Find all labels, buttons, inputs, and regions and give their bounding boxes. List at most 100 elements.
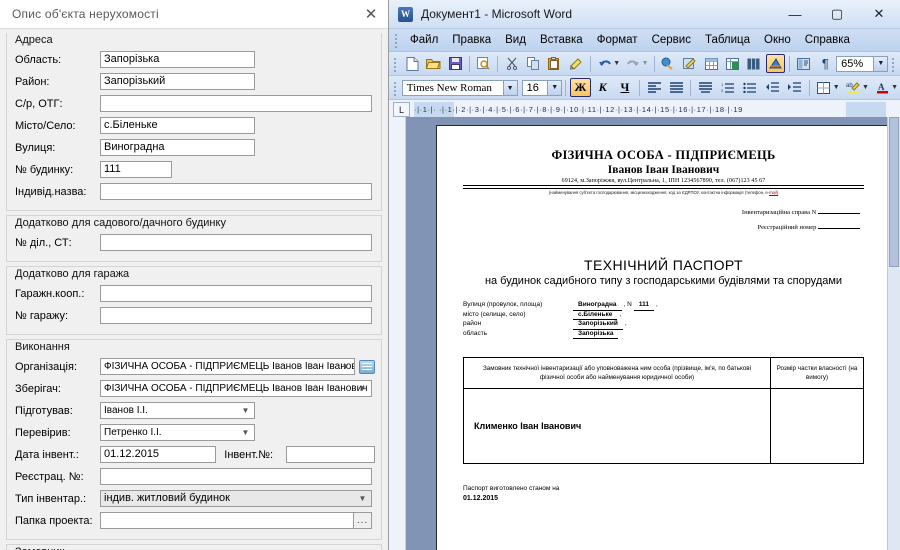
group-customer: Замовник ПІБ: Клименко Іван Іванович Про…: [6, 544, 382, 550]
maximize-button[interactable]: ▢: [816, 0, 858, 28]
group-garage: Додатково для гаража Гаражн.кооп.: № гар…: [6, 266, 382, 335]
zoom-combobox[interactable]: 65% ▼: [836, 55, 889, 72]
field-row-inventory-date: Дата інвент.: 01.12.2015 Інвент.№:: [13, 445, 375, 464]
document-canvas[interactable]: ФІЗИЧНА ОСОБА - ПІДПРИЄМЕЦЬ Іванов Іван …: [406, 117, 900, 550]
chevron-down-icon[interactable]: ▼: [547, 80, 562, 95]
label-garage-coop: Гаражн.кооп.:: [15, 287, 85, 300]
input-city[interactable]: с.Біленьке: [100, 117, 255, 134]
label-individual-name: Індивід.назва:: [15, 185, 87, 198]
input-garage-coop[interactable]: [100, 285, 372, 302]
open-folder-icon[interactable]: [424, 54, 443, 73]
undo-dropdown-icon[interactable]: ▼: [613, 60, 620, 67]
justify-button[interactable]: [695, 78, 715, 97]
input-inventory-date[interactable]: 01.12.2015: [100, 446, 217, 463]
combo-keeper[interactable]: ФІЗИЧНА ОСОБА - ПІДПРИЄМЕЦЬ Іванов Іван …: [100, 380, 372, 397]
input-silrada[interactable]: [100, 95, 372, 112]
menu-item-help[interactable]: Справка: [798, 32, 857, 48]
close-icon[interactable]: ✕: [360, 4, 382, 24]
chevron-down-icon[interactable]: ▼: [502, 80, 517, 95]
borders-dropdown-icon[interactable]: ▼: [833, 84, 840, 91]
input-project-folder[interactable]: [100, 512, 354, 529]
toolbar-overflow-handle[interactable]: [890, 56, 896, 72]
input-inventory-number[interactable]: [286, 446, 375, 463]
redo-icon[interactable]: [623, 54, 642, 73]
hyperlink-icon[interactable]: [659, 54, 678, 73]
drawing-icon[interactable]: [765, 54, 786, 73]
close-button[interactable]: ✕: [858, 0, 900, 28]
insert-excel-icon[interactable]: [723, 54, 742, 73]
numbered-list-button[interactable]: 12: [718, 78, 738, 97]
input-registration-number[interactable]: [100, 468, 372, 485]
italic-button[interactable]: К: [593, 78, 613, 97]
field-row-garage-coop: Гаражн.кооп.:: [13, 284, 375, 303]
input-oblast[interactable]: Запорізька: [100, 51, 255, 68]
font-color-dropdown-icon[interactable]: ▼: [891, 84, 898, 91]
label-plot-number: № діл., СТ:: [15, 236, 72, 249]
input-plot-number[interactable]: [100, 234, 372, 251]
label-city: Місто/Село:: [15, 119, 76, 132]
highlight-dropdown-icon[interactable]: ▼: [862, 84, 869, 91]
input-street[interactable]: Виноградна: [100, 139, 255, 156]
menu-item-format[interactable]: Формат: [590, 32, 645, 48]
align-left-button[interactable]: [644, 78, 664, 97]
input-rayon[interactable]: Запорізький: [100, 73, 255, 90]
insert-table-icon[interactable]: [701, 54, 720, 73]
formatting-grip-handle[interactable]: [392, 80, 398, 96]
doc-address-tail: ,: [656, 301, 658, 308]
font-size-combobox[interactable]: 16 ▼: [521, 79, 563, 96]
columns-icon[interactable]: [744, 54, 763, 73]
scrollbar-thumb[interactable]: [889, 117, 899, 267]
doc-address-value: Запорізька: [573, 330, 619, 339]
toolbar-grip-handle[interactable]: [392, 56, 398, 72]
chevron-down-icon[interactable]: ▼: [873, 56, 888, 71]
increase-indent-button[interactable]: [784, 78, 804, 97]
doc-org-line1: ФІЗИЧНА ОСОБА - ПІДПРИЄМЕЦЬ: [551, 148, 776, 162]
field-row-keeper: Зберігач: ФІЗИЧНА ОСОБА - ПІДПРИЄМЕЦЬ Ів…: [13, 379, 375, 398]
font-name-combobox[interactable]: Times New Roman ▼: [401, 79, 518, 96]
card-icon[interactable]: [359, 359, 375, 374]
copy-icon[interactable]: [524, 54, 543, 73]
menu-grip-handle[interactable]: [393, 32, 399, 48]
combo-checked-by[interactable]: Петренко І.І. ▼: [100, 424, 255, 441]
redo-dropdown-icon[interactable]: ▼: [642, 60, 649, 67]
menu-item-tools[interactable]: Сервис: [645, 32, 698, 48]
undo-icon[interactable]: [595, 54, 614, 73]
document-page[interactable]: ФІЗИЧНА ОСОБА - ПІДПРИЄМЕЦЬ Іванов Іван …: [436, 125, 891, 550]
print-preview-icon[interactable]: [474, 54, 493, 73]
vertical-scrollbar[interactable]: [887, 117, 900, 550]
document-map-icon[interactable]: [794, 54, 813, 73]
paste-icon[interactable]: [545, 54, 564, 73]
show-formatting-icon[interactable]: ¶: [816, 54, 835, 73]
bulleted-list-button[interactable]: [740, 78, 760, 97]
vertical-ruler[interactable]: ·2·|·1· ·|· ·|·1·|·2·|·3·|·4·|·5·|·6·|·7…: [389, 117, 406, 550]
bold-button[interactable]: Ж: [570, 78, 591, 97]
format-painter-icon[interactable]: [566, 54, 585, 73]
menu-item-table[interactable]: Таблица: [698, 32, 757, 48]
underline-button[interactable]: Ч: [615, 78, 635, 97]
menu-item-window[interactable]: Окно: [757, 32, 798, 48]
highlight-button[interactable]: ab: [843, 78, 863, 97]
input-individual-name[interactable]: [100, 183, 372, 200]
font-color-button[interactable]: A: [872, 78, 892, 97]
label-house-number: № будинку:: [15, 163, 74, 176]
menu-item-view[interactable]: Вид: [498, 32, 533, 48]
decrease-indent-button[interactable]: [762, 78, 782, 97]
minimize-button[interactable]: —: [774, 0, 816, 28]
input-garage-number[interactable]: [100, 307, 372, 324]
combo-inventory-type[interactable]: індив. житловий будинок ▼: [100, 490, 372, 507]
tables-borders-icon[interactable]: [680, 54, 699, 73]
combo-prepared-by[interactable]: Іванов І.І. ▼: [100, 402, 255, 419]
menu-item-file[interactable]: Файл: [403, 32, 445, 48]
menu-item-insert[interactable]: Вставка: [533, 32, 590, 48]
doc-footer-date: 01.12.2015: [463, 495, 499, 502]
align-center-button[interactable]: [666, 78, 686, 97]
tab-selector-button[interactable]: L: [393, 102, 410, 117]
menu-item-edit[interactable]: Правка: [445, 32, 498, 48]
new-document-icon[interactable]: [403, 54, 422, 73]
cut-icon[interactable]: [502, 54, 521, 73]
combo-organization[interactable]: ФІЗИЧНА ОСОБА - ПІДПРИЄМЕЦЬ Іванов Іван …: [100, 358, 355, 375]
browse-folder-button[interactable]: ...: [353, 512, 372, 529]
input-house-number[interactable]: 111: [100, 161, 172, 178]
save-icon[interactable]: [445, 54, 464, 73]
borders-button[interactable]: [814, 78, 834, 97]
